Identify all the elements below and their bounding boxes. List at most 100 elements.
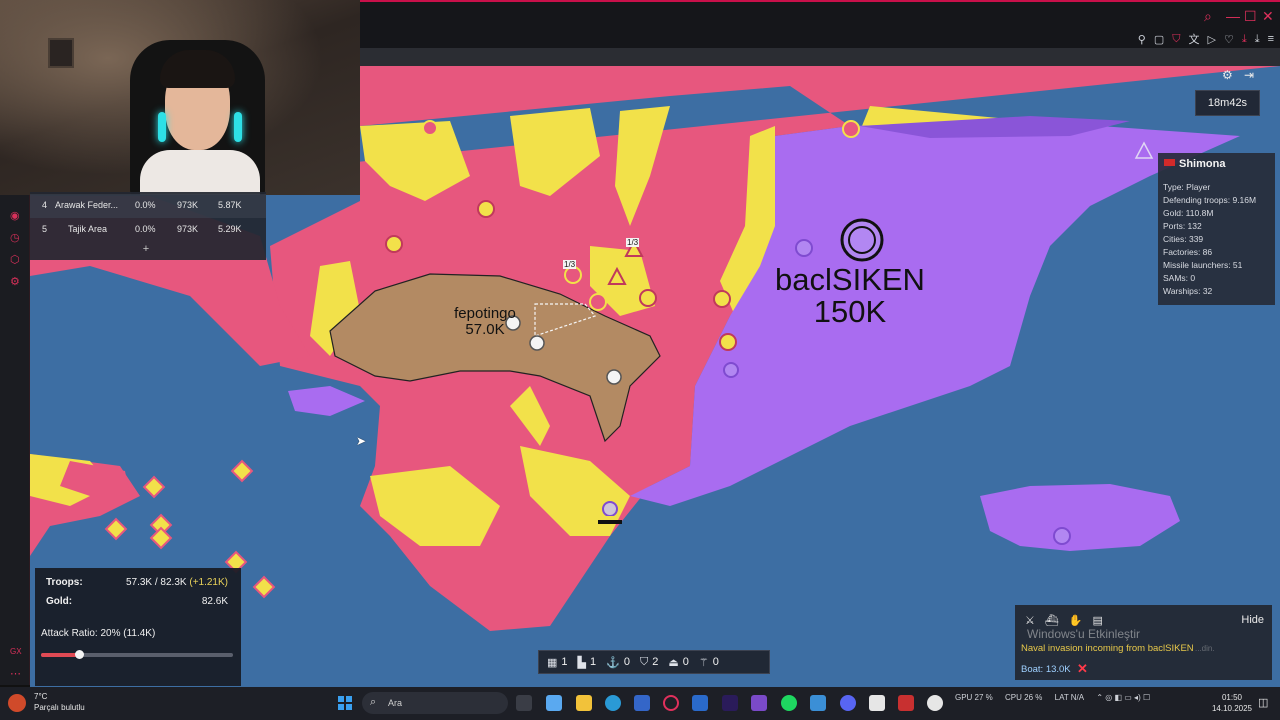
tray-icons[interactable]: ⌃ ◎ ◧ ▭ ◂) ☐ (1096, 693, 1150, 702)
build-factory-button[interactable]: ▙ 1 (578, 656, 597, 669)
gold-label: Gold: (46, 596, 73, 607)
defense-icon: ⛉ (639, 655, 649, 668)
opera-gx-icon[interactable] (663, 695, 679, 711)
attack-ratio-thumb[interactable] (75, 650, 85, 659)
player-name: Arawak Feder... (55, 200, 119, 210)
spotify-icon[interactable] (781, 695, 797, 711)
heart-icon[interactable]: ♡ (1224, 33, 1234, 46)
boat-close-button[interactable]: ✕ (1077, 661, 1088, 677)
search-icon: ⌕ (370, 696, 377, 708)
sam-icon: ⚚ (698, 656, 709, 669)
sam-count: 0 (712, 656, 719, 668)
build-port-button[interactable]: ⚓ 0 (606, 656, 630, 669)
enemy-label: baclSIKEN 150K (750, 264, 950, 328)
build-sam-button[interactable]: ⚚ 0 (699, 656, 719, 669)
install-icon[interactable]: ⤓ (1255, 33, 1260, 46)
extension-icon[interactable]: ⬡ (10, 253, 20, 266)
troops-label: Troops: (46, 577, 83, 588)
leaderboard: 4 Arawak Feder... 0.0% 973K 5.87K 5 Taji… (30, 192, 266, 260)
record-icon[interactable]: ◉ (10, 209, 20, 222)
app-icon-5[interactable] (927, 695, 943, 711)
play-icon[interactable]: ▷ (1207, 33, 1215, 46)
clock-time: 01:50 (1221, 693, 1243, 702)
visual-studio-icon[interactable] (751, 695, 767, 711)
taskbar-clock[interactable]: 01:50 14.10.2025 (1210, 692, 1254, 714)
taskview-icon[interactable] (516, 695, 532, 711)
rank: 4 (42, 200, 48, 210)
notification-icon[interactable]: ◫ (1258, 696, 1268, 709)
streamer-shirt (140, 150, 260, 195)
app-icon-4[interactable] (898, 695, 914, 711)
exit-icon[interactable]: ⇥ (1244, 68, 1254, 82)
edge-icon[interactable] (605, 695, 621, 711)
gold: 973K (177, 200, 199, 210)
player-ports: Ports: 132 (1163, 221, 1202, 231)
app-icon-2[interactable] (810, 695, 826, 711)
premiere-icon[interactable] (722, 695, 738, 711)
cpu-usage: CPU 26 % (1005, 693, 1043, 702)
build-missile-button[interactable]: ⏏ 0 (668, 656, 689, 669)
clock-date: 14.10.2025 (1211, 704, 1253, 713)
windows-activation-watermark: Windows'u Etkinleştir (1027, 627, 1140, 641)
gx-icon[interactable]: GX (10, 647, 22, 656)
handshake-icon[interactable]: ✋ (1069, 614, 1083, 627)
ship-icon[interactable]: ⛴ (1045, 614, 1059, 627)
file-explorer-icon[interactable] (576, 695, 592, 711)
defense-count: 2 (652, 656, 659, 668)
marker-label-1: 1/3 (563, 260, 577, 269)
start-button[interactable] (338, 696, 352, 710)
rank: 5 (42, 224, 48, 234)
download-icon[interactable]: ⤓ (1242, 33, 1247, 46)
headphone-light-right (234, 112, 242, 142)
self-label: fepotingo 57.0K (430, 306, 540, 338)
translate-icon[interactable]: 文 (1188, 31, 1199, 47)
maximize-icon[interactable]: ☐ (1244, 8, 1257, 24)
gpu-usage: GPU 27 % (955, 693, 993, 702)
marker-label-2: 1/3 (626, 238, 640, 247)
attack-ratio-label: Attack Ratio: 20% (11.4K) (41, 628, 156, 639)
player-name: Shimona (1179, 158, 1226, 170)
leaderboard-row[interactable]: 5 Tajik Area 0.0% 973K 5.29K (30, 218, 266, 242)
search-icon[interactable]: ⌕ (1204, 8, 1212, 24)
taskbar-search[interactable]: ⌕ Ara (362, 692, 508, 714)
discord-icon[interactable] (840, 695, 856, 711)
menu-icon[interactable]: ≡ (1268, 33, 1274, 45)
more-icon[interactable]: ⋯ (10, 667, 21, 680)
missile-silo-icon: ⏏ (668, 656, 679, 669)
temperature: 7°C (34, 692, 48, 701)
leaderboard-expand-button[interactable]: + (138, 242, 154, 256)
build-defense-button[interactable]: ⛉ 2 (640, 656, 658, 669)
territory-purple-island (980, 484, 1180, 551)
webcam-overlay (0, 0, 360, 195)
leaderboard-row[interactable]: 4 Arawak Feder... 0.0% 973K 5.87K (30, 194, 266, 218)
sword-icon[interactable]: ⚔ (1025, 614, 1035, 627)
troops: 5.29K (218, 224, 242, 234)
hide-button[interactable]: Hide (1241, 614, 1264, 626)
gear-icon[interactable]: ⚙ (1222, 68, 1233, 82)
attack-ratio-slider[interactable] (41, 650, 233, 659)
naval-invasion-message: Naval invasion incoming from baclSIKEN (1021, 643, 1194, 654)
shield-icon[interactable]: ⛉ (1172, 33, 1180, 46)
events-panel: ⚔ ⛴ ✋ ▤ Hide Windows'u Etkinleştir Naval… (1015, 605, 1272, 680)
copilot-icon[interactable] (546, 695, 562, 711)
flag-icon (1164, 159, 1175, 166)
minimize-icon[interactable]: — (1226, 8, 1240, 24)
app-icon-1[interactable] (692, 695, 708, 711)
close-icon[interactable]: ✕ (1262, 8, 1274, 24)
gold: 973K (177, 224, 199, 234)
player-name: Tajik Area (68, 224, 108, 234)
chat-icon[interactable]: ▤ (1093, 614, 1103, 627)
bookmark-icon[interactable]: ▢ (1154, 33, 1164, 46)
app-icon-3[interactable] (869, 695, 885, 711)
settings-sidebar-icon[interactable]: ⚙ (10, 275, 20, 288)
wall-frame (48, 38, 74, 68)
history-icon[interactable]: ◷ (10, 231, 20, 244)
city-count: 1 (561, 656, 568, 668)
troops: 5.87K (218, 200, 242, 210)
player-gold: Gold: 110.8M (1163, 208, 1214, 218)
build-city-button[interactable]: ▦ 1 (547, 656, 568, 669)
pin-icon[interactable]: ⚲ (1138, 33, 1146, 46)
store-icon[interactable] (634, 695, 650, 711)
territory-pct: 0.0% (135, 200, 156, 210)
player-info-panel: Shimona Type: Player Defending troops: 9… (1158, 153, 1275, 305)
